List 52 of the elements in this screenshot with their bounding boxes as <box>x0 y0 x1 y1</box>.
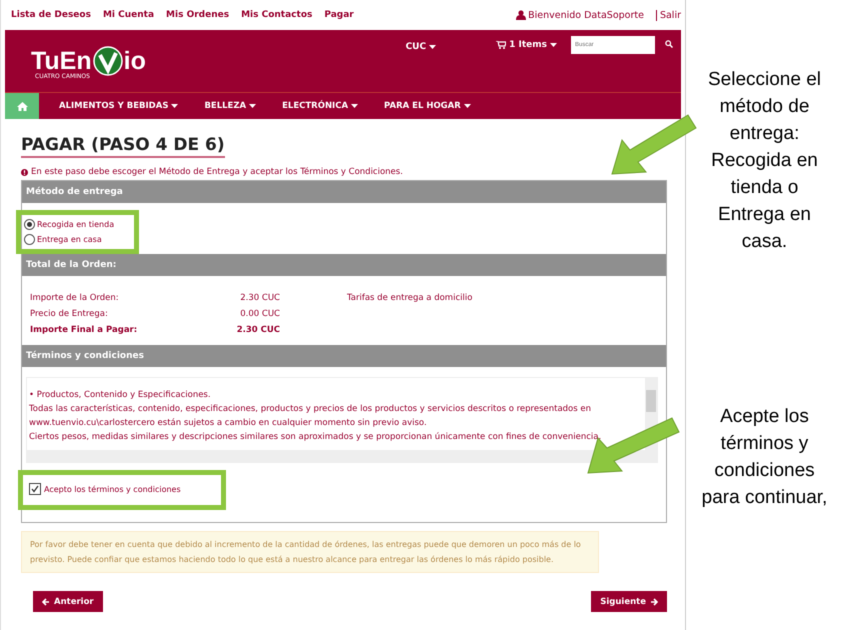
total-label: Importe de la Orden: <box>30 293 120 303</box>
top-link[interactable]: Mis Contactos <box>241 10 312 20</box>
cart-dropdown[interactable]: 1 Items <box>496 40 557 50</box>
caret-icon <box>550 43 557 47</box>
top-link[interactable]: Lista de Deseos <box>11 10 91 20</box>
notice-box: Por favor debe tener en cuenta que debido al incremento de la cantidad de órdenes, las entregas puede que demoren un poco más de lo previsto. Puede confiar que estamos haciendo todo lo que está a nuestro alcance para entregar las órdenes lo más rápido posible. <box>21 531 599 573</box>
logout-link[interactable]: Salir <box>656 10 681 20</box>
cart-icon <box>496 41 506 49</box>
radio-option[interactable]: Entrega en casa <box>24 234 114 245</box>
caret-icon <box>249 104 256 108</box>
total-value: 2.30 CUC <box>239 293 280 303</box>
arrow-left-icon <box>42 598 50 606</box>
total-label: Precio de Entrega: <box>30 309 109 319</box>
delivery-rates-link[interactable]: Tarifas de entrega a domicilio <box>347 293 472 335</box>
caret-icon <box>351 104 358 108</box>
home-button[interactable] <box>5 93 39 119</box>
caret-icon <box>464 104 471 108</box>
nav-menu-item[interactable]: ELECTRÓNICA <box>282 101 358 111</box>
total-value: 2.30 CUC <box>236 325 280 335</box>
search-icon[interactable] <box>665 40 673 48</box>
logo-text: io <box>124 48 146 74</box>
top-link[interactable]: Pagar <box>324 10 354 20</box>
section-header: Total de la Orden: <box>22 254 666 276</box>
horizontal-scrollbar[interactable] <box>27 450 645 462</box>
next-button[interactable]: Siguiente <box>591 591 667 612</box>
top-link[interactable]: Mis Ordenes <box>166 10 230 20</box>
info-text: En este paso debe escoger el Método de Entrega y aceptar los Términos y Condiciones. <box>31 167 403 177</box>
user-icon <box>516 10 526 20</box>
logo-text: TuEn <box>31 48 92 74</box>
welcome-text: Bienvenido DataSoporte <box>528 10 644 20</box>
exclamation-circle-icon <box>21 168 28 176</box>
page-title: PAGAR (PASO 4 DE 6) <box>21 135 225 158</box>
nav-menu-item[interactable]: BELLEZA <box>204 101 256 111</box>
top-link[interactable]: Mi Cuenta <box>102 10 154 20</box>
check-circle-icon <box>92 46 123 76</box>
callout-text: Acepte los términos y condiciones para continuar, <box>700 405 828 510</box>
callout-text: Seleccione el método de entrega: Recogida en tienda o Entrega en casa. <box>706 68 822 254</box>
home-icon <box>16 102 28 110</box>
total-value: 0.00 CUC <box>239 309 280 319</box>
previous-button[interactable]: Anterior <box>33 591 103 612</box>
caret-icon <box>429 45 436 49</box>
accept-checkbox[interactable]: Acepto los términos y condiciones <box>29 483 181 495</box>
nav-menu-item[interactable]: ALIMENTOS Y BEBIDAS <box>59 101 178 111</box>
currency-dropdown[interactable]: CUC <box>406 42 436 52</box>
terms-text: • Productos, Contenido y Especificaciones. Todas las características, contenido, especificaciones, productos y precios de los productos y servicios descritos o representados en www.tuenvio.cu\carlostercero están sujetos a cambio en cualquier momento sin previo aviso. Ciertos pesos, medidas similares y descripciones similares son aproximados y se proporcionan únicamente con fines de conveniencia. <box>28 389 602 444</box>
section-header: Método de entrega <box>22 181 666 203</box>
total-label: Importe Final a Pagar: <box>30 325 138 335</box>
arrow-right-icon <box>650 598 658 606</box>
nav-menu-item[interactable]: PARA EL HOGAR <box>384 101 471 111</box>
caret-icon <box>171 104 178 108</box>
section-header: Términos y condiciones <box>22 345 666 367</box>
radio-option[interactable]: Recogida en tienda <box>24 219 114 230</box>
